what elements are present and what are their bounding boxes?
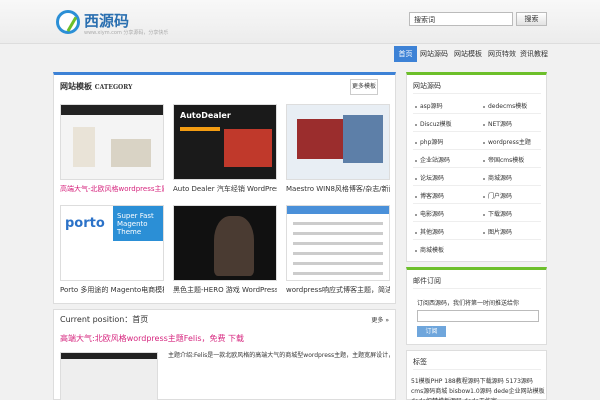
logo-icon: [56, 10, 80, 34]
category-link[interactable]: 下载源码: [483, 209, 512, 218]
category-link[interactable]: 其他源码: [415, 227, 444, 236]
nav-home[interactable]: 首页: [394, 46, 417, 62]
divider: [413, 149, 541, 150]
panel-title-text: 网站模板: [60, 82, 92, 91]
thumb-bar: [287, 206, 389, 214]
category-link[interactable]: Discuz模板: [415, 119, 452, 128]
thumb-brand: porto: [65, 216, 105, 231]
template-card[interactable]: AutoDealer Auto Dealer 汽车经销 WordPress主题: [173, 104, 277, 194]
divider: [413, 203, 541, 204]
category-link[interactable]: 电影源码: [415, 209, 444, 218]
search-button[interactable]: 搜索: [516, 12, 547, 26]
templates-panel: 网站模板 CATEGORY 更多模板 高端大气-北欧风格wordpress主题F…: [53, 72, 396, 304]
category-link[interactable]: 商城源码: [483, 173, 512, 182]
panel-title: 网站模板 CATEGORY: [60, 81, 132, 92]
template-title[interactable]: Porto 多用途的 Magento电商模板: [60, 285, 164, 295]
thumb-shape: [214, 216, 254, 276]
sidebar-title: 标签: [413, 358, 427, 366]
category-link[interactable]: 商城模板: [415, 245, 444, 254]
divider: [413, 185, 541, 186]
thumb-line: [293, 272, 383, 275]
thumb-line: [293, 242, 383, 245]
tag-cloud[interactable]: 51模板PHP 188教程源码下载源码 5173源码 cms源码商城 bisbo…: [411, 377, 545, 400]
thumb-shape: [224, 129, 272, 167]
sidebar-title: 网站源码: [413, 82, 441, 90]
category-link[interactable]: NET源码: [483, 119, 512, 128]
template-title[interactable]: wordpress响应式博客主题，简洁YPMo: [286, 285, 390, 295]
template-thumbnail[interactable]: AutoDealer: [173, 104, 277, 180]
sidebar-tags: 标签 51模板PHP 188教程源码下载源码 5173源码 cms源码商城 bi…: [406, 350, 547, 400]
search-input[interactable]: 搜索词: [409, 12, 513, 26]
category-link[interactable]: 企业站源码: [415, 155, 450, 164]
template-title[interactable]: Auto Dealer 汽车经销 WordPress主题: [173, 184, 277, 194]
thumb-shape: [180, 127, 220, 131]
thumb-bar: [61, 105, 163, 115]
post-excerpt: 主题介绍:Felis是一款北欧风格的高端大气的商城型wordpress主题，主题…: [168, 352, 390, 359]
category-link[interactable]: 帝国cms模板: [483, 155, 524, 164]
category-link[interactable]: wordpress主题: [483, 137, 531, 146]
thumb-shape: [111, 139, 151, 167]
thumb-brand: AutoDealer: [180, 111, 231, 120]
breadcrumb: Current position：首页: [60, 315, 149, 324]
thumb-subtext: Super Fast Magento Theme: [117, 212, 154, 236]
site-logo[interactable]: 西源码 www.xiym.com 分享源码，分享快乐: [56, 8, 168, 38]
template-title[interactable]: 黑色主题-HERO 游戏 WordPress主题: [173, 285, 277, 295]
template-thumbnail[interactable]: [60, 104, 164, 180]
thumb-shape: [343, 115, 383, 163]
thumb-line: [293, 222, 383, 225]
category-link[interactable]: php源码: [415, 137, 443, 146]
site-name: 西源码: [84, 12, 130, 30]
template-thumbnail[interactable]: [286, 205, 390, 281]
category-link[interactable]: 门户源码: [483, 191, 512, 200]
template-thumbnail[interactable]: [173, 205, 277, 281]
template-card[interactable]: 黑色主题-HERO 游戏 WordPress主题: [173, 205, 277, 295]
post-thumbnail[interactable]: [60, 352, 158, 400]
site-url: www.xiym.com 分享源码，分享快乐: [84, 30, 169, 36]
divider: [413, 239, 541, 240]
divider: [413, 113, 541, 114]
divider: [413, 288, 541, 289]
more-templates-button[interactable]: 更多模板: [350, 79, 378, 95]
category-link[interactable]: 图片源码: [483, 227, 512, 236]
divider: [413, 93, 541, 94]
divider: [413, 131, 541, 132]
sidebar-title: 邮件订阅: [413, 277, 441, 285]
sidebar-categories: 网站源码 asp源码 dedecms模板 Discuz模板 NET源码 php源…: [406, 72, 547, 262]
thumb-shape: [73, 127, 95, 167]
sidebar-subscribe: 邮件订阅 订阅西源码，我们将第一时间推送给你 订阅: [406, 267, 547, 345]
thumb-shape: [297, 119, 347, 159]
thumb-line: [293, 262, 383, 265]
site-header: 西源码 www.xiym.com 分享源码，分享快乐 搜索词 搜索: [0, 0, 600, 44]
subscribe-button[interactable]: 订阅: [417, 326, 446, 337]
category-link[interactable]: asp源码: [415, 101, 443, 110]
panel-title-en: CATEGORY: [94, 84, 133, 91]
template-card[interactable]: 高端大气-北欧风格wordpress主题Felis: [60, 104, 164, 194]
nav-effects[interactable]: 网页特效: [486, 46, 518, 62]
template-thumbnail[interactable]: porto Super Fast Magento Theme: [60, 205, 164, 281]
template-card[interactable]: porto Super Fast Magento Theme Porto 多用途…: [60, 205, 164, 295]
template-card[interactable]: Maestro WIN8风格博客/杂志/新闻主题 W: [286, 104, 390, 194]
category-link[interactable]: 论坛源码: [415, 173, 444, 182]
template-title[interactable]: 高端大气-北欧风格wordpress主题Felis: [60, 184, 164, 194]
divider: [413, 369, 541, 370]
subscribe-text: 订阅西源码，我们将第一时间推送给你: [417, 300, 520, 307]
post-title[interactable]: 高端大气:北欧风格wordpress主题Felis，免费 下载: [60, 333, 244, 344]
template-card[interactable]: wordpress响应式博客主题，简洁YPMo: [286, 205, 390, 295]
category-link[interactable]: dedecms模板: [483, 101, 527, 110]
thumb-bar: [61, 353, 157, 359]
template-thumbnail[interactable]: [286, 104, 390, 180]
nav-tutorials[interactable]: 资讯教程: [518, 46, 550, 62]
article-list-panel: Current position：首页 更多 » 高端大气:北欧风格wordpr…: [53, 309, 396, 400]
divider: [413, 167, 541, 168]
more-link[interactable]: 更多 »: [371, 315, 389, 324]
thumb-line: [293, 252, 383, 255]
divider: [413, 221, 541, 222]
email-field[interactable]: [417, 310, 539, 322]
category-link[interactable]: 博客源码: [415, 191, 444, 200]
nav-templates[interactable]: 网站模板: [452, 46, 484, 62]
nav-source[interactable]: 网站源码: [418, 46, 450, 62]
template-title[interactable]: Maestro WIN8风格博客/杂志/新闻主题 W: [286, 184, 390, 194]
thumb-line: [293, 232, 383, 235]
